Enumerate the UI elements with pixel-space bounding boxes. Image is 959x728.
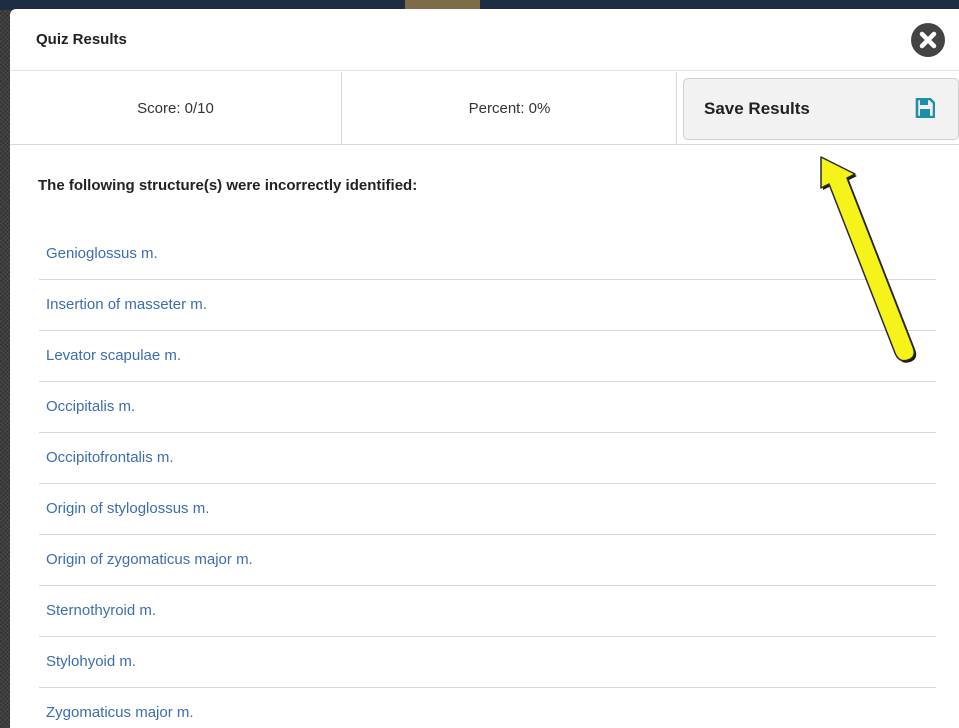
percent-cell: Percent: 0% (343, 72, 677, 144)
structure-item[interactable]: Occipitofrontalis m. (39, 433, 936, 484)
structure-item[interactable]: Sternothyroid m. (39, 586, 936, 637)
close-icon (919, 31, 937, 49)
incorrect-structures-heading: The following structure(s) were incorrec… (38, 177, 418, 194)
score-summary-row: Score: 0/10 Percent: 0% Save Results (10, 72, 959, 145)
structure-item[interactable]: Origin of zygomaticus major m. (39, 535, 936, 586)
quiz-results-modal: Quiz Results Score: 0/10 Percent: 0% Sav… (10, 9, 959, 728)
save-results-label: Save Results (704, 99, 810, 118)
modal-header: Quiz Results (10, 9, 959, 71)
structure-item[interactable]: Occipitalis m. (39, 382, 936, 433)
score-text: Score: 0/10 (137, 99, 214, 117)
close-button[interactable] (911, 23, 945, 57)
score-cell: Score: 0/10 (10, 72, 342, 144)
incorrect-structures-list: Genioglossus m. Insertion of masseter m.… (39, 229, 936, 728)
structure-item[interactable]: Genioglossus m. (39, 229, 936, 280)
structure-item[interactable]: Zygomaticus major m. (39, 688, 936, 728)
structure-item[interactable]: Stylohyoid m. (39, 637, 936, 688)
floppy-disk-icon (915, 98, 935, 118)
percent-text: Percent: 0% (468, 99, 551, 117)
structure-item[interactable]: Insertion of masseter m. (39, 280, 936, 331)
modal-title: Quiz Results (36, 31, 127, 48)
save-results-button[interactable]: Save Results (683, 78, 959, 140)
structure-item[interactable]: Levator scapulae m. (39, 331, 936, 382)
structure-item[interactable]: Origin of styloglossus m. (39, 484, 936, 535)
